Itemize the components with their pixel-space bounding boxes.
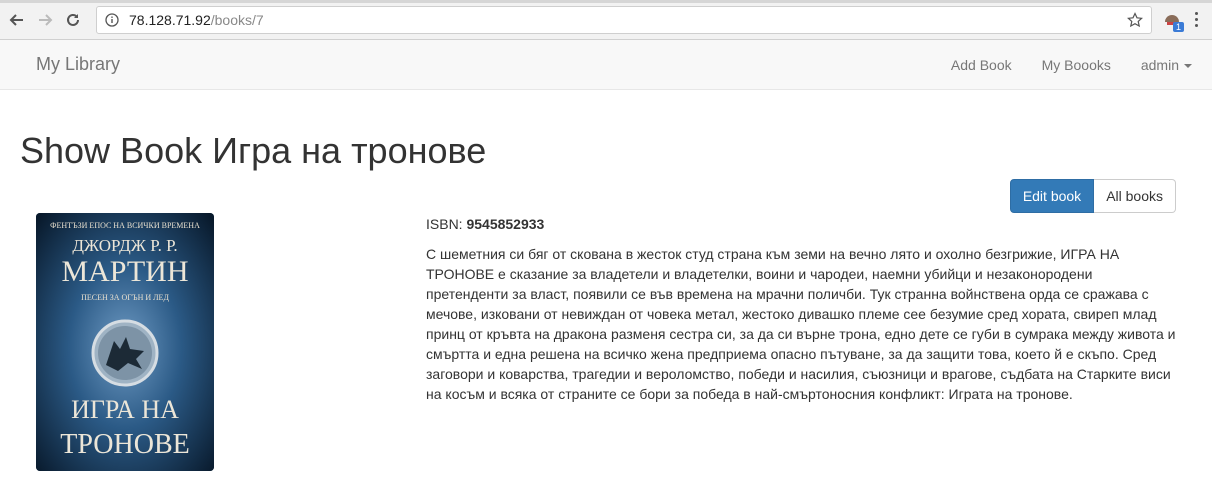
isbn-value: 9545852933: [466, 216, 545, 232]
nav-add-book[interactable]: Add Book: [951, 57, 1012, 73]
reload-icon: [67, 13, 79, 26]
extension-badge: 1: [1172, 21, 1184, 32]
browser-menu-icon[interactable]: [1186, 6, 1206, 34]
isbn-line: ISBN: 9545852933: [426, 214, 1178, 234]
cover-title-line1: ИГРА НА: [71, 395, 179, 424]
reload-button[interactable]: [62, 9, 84, 31]
page-title: Show Book Игра на тронове: [20, 130, 487, 171]
url-path: /books/7: [210, 11, 264, 28]
address-bar[interactable]: 78.128.71.92/books/7: [96, 5, 1152, 34]
book-cover-image: ФЕНТЪЗИ ЕПОС НА ВСИЧКИ ВРЕМЕНА ДЖОРДЖ Р.…: [36, 213, 214, 471]
main-content: Show Book Игра на тронове Edit book All …: [0, 90, 1212, 499]
url-host: 78.128.71.92: [129, 11, 211, 28]
user-dropdown[interactable]: admin: [1141, 57, 1192, 73]
cover-tagline: ФЕНТЪЗИ ЕПОС НА ВСИЧКИ ВРЕМЕНА: [50, 221, 200, 230]
action-buttons: Edit book All books: [1009, 179, 1176, 213]
edit-book-button[interactable]: Edit book: [1009, 179, 1095, 213]
isbn-label: ISBN:: [426, 216, 467, 232]
cover-author-line2: МАРТИН: [61, 255, 188, 288]
nav-links: Add Book My Boooks admin: [921, 57, 1192, 73]
book-description: С шеметния си бяг от скована в жесток ст…: [426, 246, 1176, 402]
wolf-emblem-icon: [91, 319, 159, 387]
cover-title-line2: ТРОНОВЕ: [60, 429, 189, 460]
all-books-button[interactable]: All books: [1094, 179, 1176, 213]
back-button[interactable]: [6, 9, 28, 31]
forward-button[interactable]: [34, 9, 56, 31]
tab-strip: [0, 0, 1212, 3]
extension-button[interactable]: 1: [1158, 6, 1186, 34]
book-details: ISBN: 9545852933 С шеметния си бяг от ск…: [426, 214, 1178, 404]
cover-author-line1: ДЖОРДЖ Р. Р.: [72, 236, 177, 255]
cover-series: ПЕСЕН ЗА ОГЪН И ЛЕД: [81, 293, 169, 302]
nav-my-books[interactable]: My Boooks: [1042, 57, 1111, 73]
user-name: admin: [1140, 56, 1179, 73]
bookmark-star-icon[interactable]: [1127, 11, 1143, 28]
arrow-right-icon: [39, 13, 53, 26]
caret-down-icon: [1184, 63, 1192, 68]
navbar: My Library Add Book My Boooks admin: [0, 40, 1212, 90]
info-icon[interactable]: [105, 12, 119, 27]
arrow-left-icon: [9, 13, 23, 26]
brand-link[interactable]: My Library: [36, 54, 120, 75]
browser-toolbar: 78.128.71.92/books/7 1: [0, 0, 1212, 40]
